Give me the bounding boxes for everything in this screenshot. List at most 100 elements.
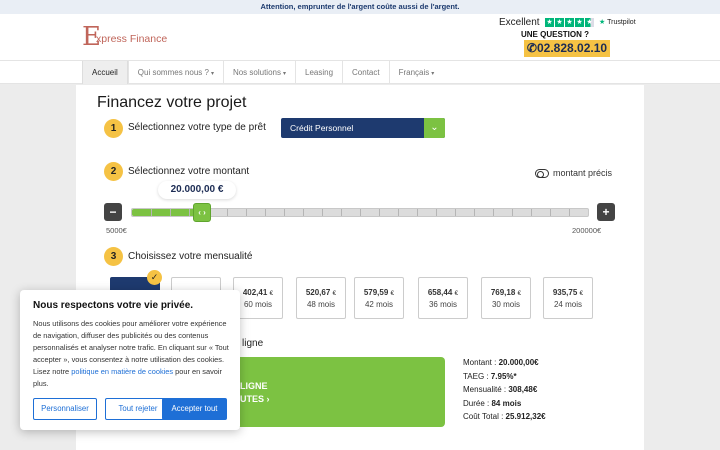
slider-tick	[189, 209, 190, 216]
slider-tick	[227, 209, 228, 216]
trustpilot-star-icon: ★	[599, 19, 606, 26]
trustpilot-rating-word: Excellent	[499, 17, 540, 28]
nav-item-2[interactable]: Nos solutions ▾	[222, 61, 295, 84]
summary-row: Coût Total : 25.912,32€	[463, 412, 546, 426]
monthly-duration: 42 mois	[364, 300, 393, 309]
summary-row: TAEG : 7.95%*	[463, 372, 546, 386]
trustpilot-widget[interactable]: Excellent ★ ★ ★ ★ ★ ★ Trustpilot	[499, 17, 639, 29]
nav-item-label: Nos solutions	[232, 68, 281, 77]
slider-tick	[265, 209, 266, 216]
logo-text: xpress Finance	[96, 33, 168, 45]
cta-line-1: LIGNE	[240, 381, 268, 391]
nav-item-1[interactable]: Qui sommes nous ? ▾	[127, 61, 223, 84]
amount-slider-handle[interactable]: ‹ ›	[193, 203, 211, 222]
star-icon: ★	[575, 18, 584, 27]
step-1-label: Sélectionnez votre type de prêt	[128, 122, 266, 133]
summary-label: TAEG :	[463, 371, 491, 381]
slider-tick	[493, 209, 494, 216]
monthly-duration: 48 mois	[306, 300, 335, 309]
phone-icon: ✆	[526, 41, 537, 55]
monthly-amount: 402,41 €	[234, 288, 282, 297]
summary-row: Durée : 84 mois	[463, 399, 546, 413]
slider-tick	[436, 209, 437, 216]
monthly-amount: 935,75 €	[544, 288, 592, 297]
step-2-badge: 2	[104, 162, 123, 181]
slider-tick	[512, 209, 513, 216]
monthly-amount: 520,67 €	[297, 288, 345, 297]
nav-item-5[interactable]: Français ▾	[388, 61, 444, 84]
nav-items: Accueil Qui sommes nous ? ▾ Nos solutions ▾ L…	[82, 61, 443, 84]
amount-decrease-button[interactable]: −	[104, 203, 122, 221]
express-finance-logo[interactable]: E xpress Finance	[82, 20, 192, 56]
caret-down-icon: ▾	[431, 71, 435, 77]
precise-amount-toggle[interactable]	[535, 169, 549, 178]
chevron-down-icon[interactable]: ⌄	[424, 118, 445, 138]
phone-number: 02.828.02.10	[536, 41, 608, 55]
summary-label: Coût Total :	[463, 412, 506, 421]
slider-tick	[151, 209, 152, 216]
star-icon: ★	[545, 18, 554, 27]
caret-down-icon: ▾	[210, 71, 214, 77]
slider-tick	[170, 209, 171, 216]
monthly-amount-currency: €	[269, 290, 274, 297]
half-star-icon: ★	[585, 18, 594, 27]
summary-value: 20.000,00€	[498, 358, 539, 367]
monthly-amount-currency: €	[454, 290, 459, 297]
step-2-label: Sélectionnez votre montant	[128, 166, 250, 177]
monthly-option[interactable]: 579,59 €42 mois	[354, 277, 404, 319]
summary-row: Montant : 20.000,00€	[463, 358, 546, 372]
slider-tick	[303, 209, 304, 216]
loan-type-selected: Crédit Personnel	[290, 123, 354, 133]
monthly-amount-currency: €	[579, 290, 584, 297]
monthly-duration: 30 mois	[491, 300, 520, 309]
summary-value: 308,48€	[508, 385, 538, 394]
slider-tick	[322, 209, 323, 216]
loan-type-select[interactable]: Crédit Personnel ⌄	[281, 118, 445, 138]
nav-item-3[interactable]: Leasing	[295, 61, 342, 84]
borrowing-warning-banner: Attention, emprunter de l'argent coûte a…	[0, 0, 720, 14]
summary-label: Mensualité :	[463, 385, 509, 394]
customize-button[interactable]: Personnaliser	[33, 398, 97, 420]
slider-tick	[341, 209, 342, 216]
summary-row: Mensualité : 308,48€	[463, 385, 546, 399]
monthly-option[interactable]: 935,75 € 24 mois	[543, 277, 593, 319]
trustpilot-stars: ★ ★ ★ ★ ★	[545, 18, 594, 27]
nav-item-4[interactable]: Contact	[342, 61, 389, 84]
amount-display: 20.000,00 €	[158, 181, 236, 199]
monthly-option[interactable]: 520,67 € 48 mois	[296, 277, 346, 319]
slider-tick	[531, 209, 532, 216]
phone-button[interactable]: ✆02.828.02.10	[524, 40, 610, 57]
nav-item-label: Français	[398, 68, 430, 77]
cookie-policy-link[interactable]: politique en matière de cookies	[71, 367, 173, 376]
nav-item-0[interactable]: Accueil	[82, 61, 128, 84]
cookie-title: Nous respectons votre vie privée.	[33, 300, 194, 311]
summary-value: 7.95%*	[490, 371, 517, 381]
summary-label: Durée :	[463, 398, 492, 408]
slider-tick	[246, 209, 247, 216]
star-icon: ★	[555, 18, 564, 27]
monthly-option[interactable]: 658,44 € 36 mois	[418, 277, 468, 319]
monthly-duration: 36 mois	[428, 300, 457, 309]
monthly-amount-value: 402,41	[242, 288, 268, 297]
star-icon: ★	[565, 18, 574, 27]
precise-amount-label: montant précis	[553, 168, 613, 178]
monthly-amount: 769,18 €	[482, 288, 530, 297]
monthly-duration: 60 mois	[243, 300, 272, 309]
monthly-amount: 658,44 €	[419, 288, 467, 297]
accept-all-button[interactable]: Accepter tout	[162, 398, 227, 420]
monthly-duration: 24 mois	[553, 300, 582, 309]
cta-line-2: UTES ›	[240, 394, 270, 404]
nav-item-label: Qui sommes nous ?	[137, 68, 209, 77]
monthly-amount-value: 579,59	[363, 288, 389, 297]
caret-down-icon: ▾	[282, 71, 286, 77]
monthly-amount-value: 520,67	[305, 288, 331, 297]
amount-increase-button[interactable]: +	[597, 203, 615, 221]
trustpilot-brand: ★ Trustpilot	[599, 18, 636, 26]
amount-min-label: 5000€	[106, 226, 127, 235]
apply-online-button[interactable]: LIGNE UTES ›	[230, 357, 445, 427]
monthly-option[interactable]: 402,41 €60 mois	[233, 277, 283, 319]
summary-value: 84 mois	[491, 398, 522, 408]
monthly-option[interactable]: 769,18 € 30 mois	[481, 277, 531, 319]
trustpilot-brand-label: Trustpilot	[607, 19, 636, 26]
slider-tick	[569, 209, 570, 216]
